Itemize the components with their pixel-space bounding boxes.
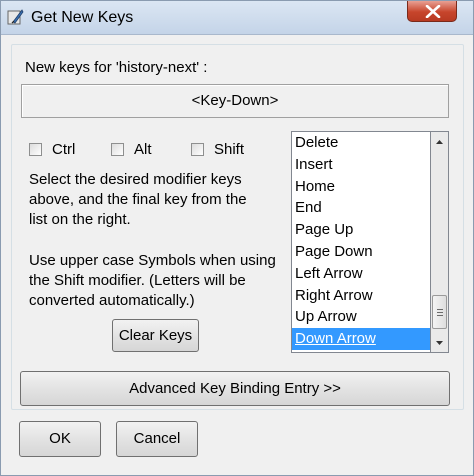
close-x-icon: [425, 5, 441, 18]
advanced-key-binding-button[interactable]: Advanced Key Binding Entry >>: [20, 371, 450, 406]
key-sequence-display: <Key-Down>: [21, 84, 449, 118]
shift-checkbox[interactable]: Shift: [191, 140, 244, 158]
list-item[interactable]: Delete: [292, 132, 430, 154]
ok-label: OK: [49, 430, 71, 447]
title-bar[interactable]: Get New Keys: [1, 1, 473, 35]
list-item-selected[interactable]: Down Arrow: [292, 328, 430, 350]
alt-checkbox-box[interactable]: [111, 142, 124, 156]
help-text-line: Select the desired modifier keys: [29, 171, 242, 188]
ctrl-checkbox-box[interactable]: [29, 142, 42, 156]
shift-label: Shift: [214, 140, 245, 158]
scrollbar-thumb[interactable]: [432, 295, 447, 329]
help-text-line: the Shift modifier. (Letters will be: [29, 272, 246, 289]
list-item[interactable]: Insert: [292, 154, 430, 176]
scroll-down-arrow-icon[interactable]: [431, 334, 448, 351]
scroll-up-arrow-icon[interactable]: [431, 134, 448, 151]
get-new-keys-dialog: Get New Keys New keys for 'history-next'…: [0, 0, 474, 476]
window-title: Get New Keys: [31, 9, 134, 26]
alt-label: Alt: [134, 140, 152, 158]
list-item[interactable]: End: [292, 197, 430, 219]
ok-button[interactable]: OK: [19, 421, 101, 457]
key-sequence-text: <Key-Down>: [191, 92, 279, 109]
list-item[interactable]: Right Arrow: [292, 285, 430, 307]
list-item[interactable]: Page Down: [292, 241, 430, 263]
help-text-line: list on the right.: [29, 211, 131, 228]
ctrl-checkbox[interactable]: Ctrl: [29, 140, 75, 158]
list-item[interactable]: Home: [292, 176, 430, 198]
help-text-line: above, and the final key from the: [29, 191, 247, 208]
listbox-scrollbar[interactable]: [431, 131, 449, 353]
clear-keys-label: Clear Keys: [118, 327, 193, 344]
python-feather-icon: [7, 8, 25, 26]
close-button[interactable]: [407, 1, 457, 22]
final-key-listbox[interactable]: Delete Insert Home End Page Up Page Down…: [291, 131, 431, 353]
cancel-label: Cancel: [133, 430, 181, 447]
cancel-button[interactable]: Cancel: [116, 421, 198, 457]
advanced-key-binding-label: Advanced Key Binding Entry >>: [129, 380, 341, 397]
alt-checkbox[interactable]: Alt: [111, 140, 152, 158]
ctrl-label: Ctrl: [52, 140, 76, 158]
help-text-line: Use upper case Symbols when using: [29, 252, 276, 269]
list-item[interactable]: Page Up: [292, 219, 430, 241]
list-item[interactable]: Left Arrow: [292, 263, 430, 285]
new-keys-label: New keys for 'history-next' :: [25, 59, 208, 76]
clear-keys-button[interactable]: Clear Keys: [112, 319, 199, 352]
list-item[interactable]: Up Arrow: [292, 306, 430, 328]
help-text-line: converted automatically.): [29, 292, 195, 309]
shift-checkbox-box[interactable]: [191, 142, 204, 156]
